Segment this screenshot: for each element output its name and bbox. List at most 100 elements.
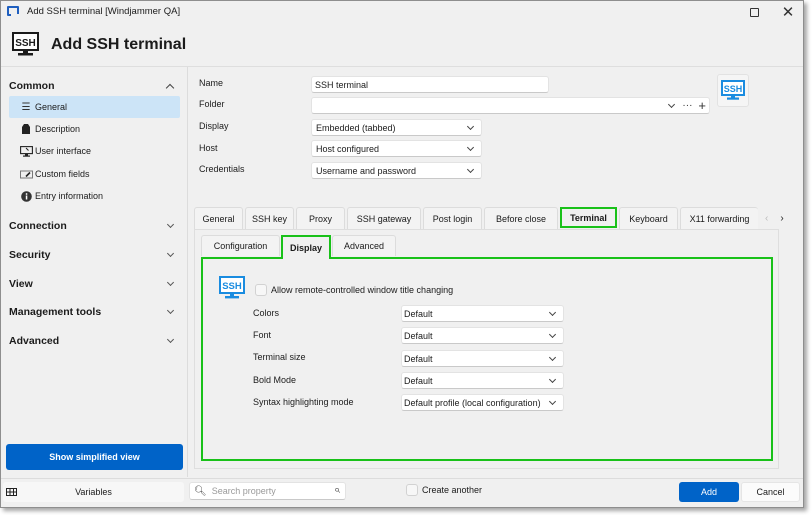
- page-title: Add SSH terminal: [51, 36, 187, 53]
- sidebar-group-security[interactable]: Security: [9, 246, 181, 264]
- chevron-down-icon: [466, 165, 475, 174]
- tab-terminal[interactable]: Terminal: [560, 207, 617, 228]
- sidebar-group-management-tools[interactable]: Management tools: [9, 303, 181, 321]
- tab-before-close[interactable]: Before close: [484, 207, 558, 229]
- display-label: Display: [199, 121, 229, 131]
- sidebar-group-connection[interactable]: Connection: [9, 217, 181, 235]
- sidebar-group-view[interactable]: View: [9, 275, 181, 293]
- folder-label: Folder: [199, 99, 225, 109]
- close-button[interactable]: ✕: [775, 3, 801, 21]
- tab-next-arrow-icon[interactable]: ›: [780, 213, 783, 224]
- host-select[interactable]: Host configured: [311, 140, 482, 157]
- tab-ssh-key[interactable]: SSH key: [245, 207, 294, 229]
- subtab-advanced[interactable]: Advanced: [332, 235, 396, 256]
- tab-ssh-gateway[interactable]: SSH gateway: [347, 207, 421, 229]
- tab-x11-forwarding[interactable]: X11 forwarding: [680, 207, 758, 229]
- monitor-icon: [19, 145, 33, 157]
- svg-text:SSH: SSH: [724, 84, 743, 94]
- tab-keyboard[interactable]: Keyboard: [619, 207, 678, 229]
- dialog-header: SSH Add SSH terminal: [1, 23, 803, 65]
- create-another-checkbox[interactable]: [406, 484, 418, 496]
- create-another-label: Create another: [422, 485, 483, 495]
- tab-general[interactable]: General: [194, 207, 243, 229]
- chevron-down-icon: [548, 330, 557, 339]
- credentials-label: Credentials: [199, 164, 245, 174]
- dialog-footer: Variables 🔍︎ Search property ⌕ Create an…: [1, 478, 803, 508]
- window-title: Add SSH terminal [Windjammer QA]: [27, 6, 181, 17]
- chevron-down-icon: [166, 306, 175, 315]
- show-simplified-view-button[interactable]: Show simplified view: [6, 444, 183, 470]
- display-pane: SSH Allow remote-controlled window title…: [201, 257, 773, 461]
- ssh-monitor-icon: SSH: [12, 32, 39, 56]
- display-select[interactable]: Embedded (tabbed): [311, 119, 482, 136]
- tab-scroll-arrows: ‹ ›: [765, 213, 784, 224]
- bold-mode-label: Bold Mode: [253, 375, 297, 385]
- folder-dropdown-chevron-icon[interactable]: [668, 100, 676, 108]
- chevron-down-icon: [166, 220, 175, 229]
- chevron-down-icon: [166, 278, 175, 287]
- add-button[interactable]: Add: [679, 482, 739, 502]
- allow-title-change-checkbox[interactable]: [255, 284, 267, 296]
- sidebar-group-common[interactable]: Common: [9, 77, 181, 95]
- chevron-down-icon: [466, 122, 475, 131]
- allow-title-change-label: Allow remote-controlled window title cha…: [271, 285, 454, 295]
- font-select[interactable]: Default: [401, 327, 564, 344]
- svg-text:SSH: SSH: [222, 281, 242, 292]
- chevron-down-icon: [548, 353, 557, 362]
- tab-proxy[interactable]: Proxy: [296, 207, 345, 229]
- bold-mode-select[interactable]: Default: [401, 372, 564, 389]
- cancel-button[interactable]: Cancel: [741, 482, 800, 502]
- syntax-highlighting-label: Syntax highlighting mode: [253, 397, 354, 407]
- colors-label: Colors: [253, 308, 280, 318]
- chevron-down-icon: [548, 308, 557, 317]
- maximize-button[interactable]: [741, 3, 767, 21]
- host-label: Host: [199, 143, 218, 153]
- main-panel: Name SSH terminal Folder ··· + SSH Displ…: [189, 67, 803, 477]
- terminal-size-select[interactable]: Default: [401, 350, 564, 367]
- subtab-display[interactable]: Display: [281, 235, 331, 259]
- sidebar-item-user-interface[interactable]: User interface: [9, 140, 180, 162]
- sidebar: Common ☰ General Description User interf…: [1, 67, 188, 477]
- terminal-subtabs: Configuration Display Advanced: [201, 235, 397, 259]
- maximize-icon: [749, 7, 759, 17]
- ssh-monitor-icon: SSH: [721, 80, 745, 100]
- dialog-window: Add SSH terminal [Windjammer QA] ✕ SSH A…: [0, 0, 804, 508]
- chevron-up-icon: [165, 83, 175, 93]
- subtab-configuration[interactable]: Configuration: [201, 235, 280, 256]
- tab-prev-arrow-icon[interactable]: ‹: [765, 213, 768, 224]
- font-label: Font: [253, 330, 272, 340]
- info-icon: [19, 190, 33, 202]
- name-input[interactable]: SSH terminal: [311, 76, 549, 93]
- colors-select[interactable]: Default: [401, 305, 564, 322]
- folder-more-button[interactable]: ···: [682, 100, 692, 111]
- create-another-row[interactable]: Create another: [406, 484, 482, 496]
- sidebar-item-custom-fields[interactable]: Custom fields: [9, 163, 180, 185]
- entry-icon-button[interactable]: SSH: [717, 74, 749, 107]
- ssh-icon-text: SSH: [15, 38, 36, 49]
- syntax-highlighting-select[interactable]: Default profile (local configuration): [401, 394, 564, 411]
- chevron-down-icon: [548, 375, 557, 384]
- folder-input[interactable]: ··· +: [311, 97, 710, 114]
- tag-icon: [19, 123, 33, 135]
- entry-tabs: General SSH key Proxy SSH gateway Post l…: [194, 207, 760, 229]
- edit-field-icon: [19, 168, 33, 180]
- ssh-monitor-icon: SSH: [219, 276, 245, 299]
- search-submit-icon[interactable]: ⌕: [334, 484, 340, 497]
- sidebar-item-general[interactable]: ☰ General: [9, 96, 180, 118]
- search-icon: 🔍︎: [194, 485, 207, 497]
- search-property-input[interactable]: 🔍︎ Search property ⌕: [189, 482, 346, 500]
- name-label: Name: [199, 78, 224, 88]
- folder-add-button[interactable]: +: [698, 99, 706, 112]
- terminal-size-label: Terminal size: [253, 352, 306, 362]
- sidebar-item-description[interactable]: Description: [9, 118, 180, 140]
- variables-button[interactable]: Variables: [3, 482, 184, 502]
- chevron-down-icon: [548, 397, 557, 406]
- sidebar-item-entry-information[interactable]: Entry information: [9, 185, 180, 207]
- chevron-down-icon: [166, 249, 175, 258]
- chevron-down-icon: [166, 335, 175, 344]
- tab-post-login[interactable]: Post login: [423, 207, 482, 229]
- list-icon: ☰: [21, 101, 31, 113]
- allow-title-change-row[interactable]: Allow remote-controlled window title cha…: [255, 284, 453, 296]
- sidebar-group-advanced[interactable]: Advanced: [9, 332, 181, 350]
- credentials-select[interactable]: Username and password: [311, 162, 482, 179]
